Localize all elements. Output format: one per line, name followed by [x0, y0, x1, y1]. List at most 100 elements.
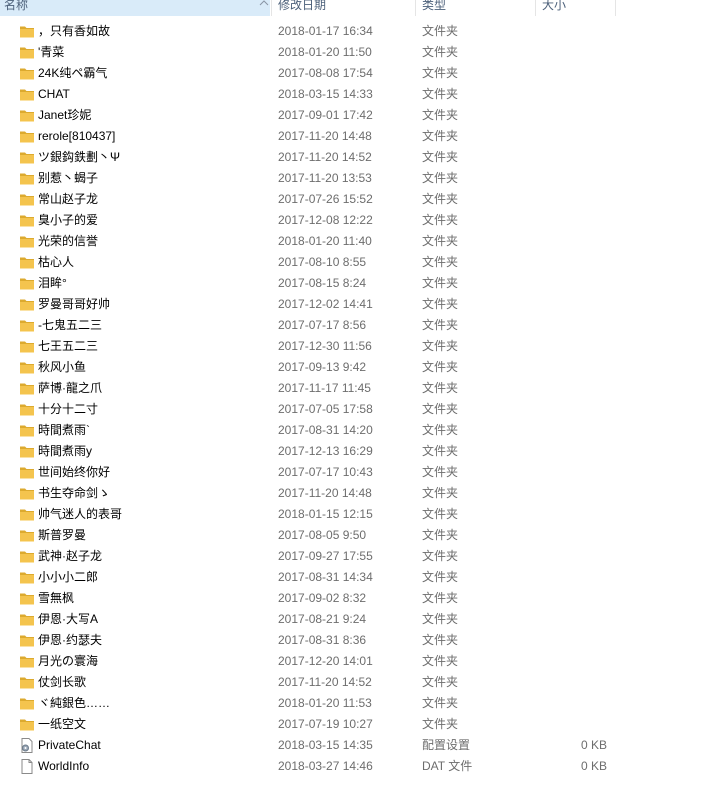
file-row[interactable]: 臭小子的爱 2017-12-08 12:22 文件夹	[0, 210, 725, 231]
file-type: 文件夹	[422, 45, 459, 59]
file-row[interactable]: 世间始终你好 2017-07-17 10:43 文件夹	[0, 462, 725, 483]
file-type: 文件夹	[422, 402, 459, 416]
file-row[interactable]: 萨博·龍之爪 2017-11-17 11:45 文件夹	[0, 378, 725, 399]
folder-icon	[19, 696, 35, 711]
file-row[interactable]: 仗剑长歌 2017-11-20 14:52 文件夹	[0, 672, 725, 693]
file-modified-date: 2017-12-08 12:22	[278, 213, 373, 227]
file-modified-date: 2017-08-31 14:34	[278, 570, 373, 584]
settings-file-icon	[19, 738, 35, 753]
file-row[interactable]: CHAT 2018-03-15 14:33 文件夹	[0, 84, 725, 105]
file-row[interactable]: 罗曼哥哥好帅 2017-12-02 14:41 文件夹	[0, 294, 725, 315]
file-row[interactable]: 常山赵子龙 2017-07-26 15:52 文件夹	[0, 189, 725, 210]
file-name: 斯普罗曼	[38, 528, 87, 542]
file-type: 文件夹	[422, 66, 459, 80]
file-row[interactable]: 月光の寰海 2017-12-20 14:01 文件夹	[0, 651, 725, 672]
folder-icon	[19, 570, 35, 585]
column-header-type[interactable]: 类型	[418, 0, 534, 16]
file-row[interactable]: WorldInfo 2018-03-27 14:46 DAT 文件 0 KB	[0, 756, 725, 777]
file-modified-date: 2017-11-20 14:48	[278, 486, 372, 500]
file-row[interactable]: ヾ純銀色…… 2018-01-20 11:53 文件夹	[0, 693, 725, 714]
file-type: 文件夹	[422, 108, 459, 122]
file-row[interactable]: 七王五二三 2017-12-30 11:56 文件夹	[0, 336, 725, 357]
folder-icon	[19, 276, 35, 291]
file-row[interactable]: 别惹丶蝎子 2017-11-20 13:53 文件夹	[0, 168, 725, 189]
file-modified-date: 2017-07-19 10:27	[278, 717, 373, 731]
sort-ascending-icon	[259, 0, 269, 6]
file-row[interactable]: 雪無枫 2017-09-02 8:32 文件夹	[0, 588, 725, 609]
file-type: 文件夹	[422, 381, 459, 395]
column-divider[interactable]	[271, 0, 272, 16]
folder-icon	[19, 24, 35, 39]
folder-icon	[19, 129, 35, 144]
file-row[interactable]: ツ銀鈎鉄劃丶Ψ 2017-11-20 14:52 文件夹	[0, 147, 725, 168]
file-row[interactable]: ，只有香如故 2018-01-17 16:34 文件夹	[0, 21, 725, 42]
file-type: 文件夹	[422, 276, 459, 290]
file-name: 别惹丶蝎子	[38, 171, 99, 185]
file-name: 常山赵子龙	[38, 192, 99, 206]
file-type: 配置设置	[422, 738, 471, 752]
folder-icon	[19, 297, 35, 312]
file-modified-date: 2017-12-13 16:29	[278, 444, 373, 458]
file-name: WorldInfo	[38, 759, 90, 773]
file-row[interactable]: 武神·赵子龙 2017-09-27 17:55 文件夹	[0, 546, 725, 567]
file-modified-date: 2017-11-17 11:45	[278, 381, 371, 395]
file-row[interactable]: 帅气迷人的表哥 2018-01-15 12:15 文件夹	[0, 504, 725, 525]
column-divider[interactable]	[615, 0, 616, 16]
file-type: 文件夹	[422, 339, 459, 353]
file-row[interactable]: 小小小二郎 2017-08-31 14:34 文件夹	[0, 567, 725, 588]
folder-icon	[19, 549, 35, 564]
file-row[interactable]: 泪眸° 2017-08-15 8:24 文件夹	[0, 273, 725, 294]
file-type: 文件夹	[422, 423, 459, 437]
file-modified-date: 2017-11-20 13:53	[278, 171, 372, 185]
file-name: rerole[810437]	[38, 129, 116, 143]
file-modified-date: 2017-12-02 14:41	[278, 297, 373, 311]
column-divider[interactable]	[415, 0, 416, 16]
file-row[interactable]: 伊恩·大写A 2017-08-21 9:24 文件夹	[0, 609, 725, 630]
file-row[interactable]: 24K纯ペ霸气 2017-08-08 17:54 文件夹	[0, 63, 725, 84]
file-type: 文件夹	[422, 234, 459, 248]
file-modified-date: 2017-07-17 10:43	[278, 465, 373, 479]
file-row[interactable]: 枯心人 2017-08-10 8:55 文件夹	[0, 252, 725, 273]
file-modified-date: 2017-09-02 8:32	[278, 591, 367, 605]
folder-icon	[19, 192, 35, 207]
file-row[interactable]: Janet珍妮 2017-09-01 17:42 文件夹	[0, 105, 725, 126]
column-header-size[interactable]: 大小	[538, 0, 614, 16]
column-header-date[interactable]: 修改日期	[274, 0, 414, 16]
file-row[interactable]: PrivateChat 2018-03-15 14:35 配置设置 0 KB	[0, 735, 725, 756]
file-name: '青菜	[38, 45, 65, 59]
file-modified-date: 2017-12-20 14:01	[278, 654, 373, 668]
file-name: 24K纯ペ霸气	[38, 66, 108, 80]
file-type: 文件夹	[422, 24, 459, 38]
file-name: 伊恩·大写A	[38, 612, 99, 626]
file-row[interactable]: rerole[810437] 2017-11-20 14:48 文件夹	[0, 126, 725, 147]
file-name: 小小小二郎	[38, 570, 99, 584]
file-modified-date: 2017-08-31 14:20	[278, 423, 373, 437]
folder-icon	[19, 213, 35, 228]
file-row[interactable]: 時間煮雨` 2017-08-31 14:20 文件夹	[0, 420, 725, 441]
file-modified-date: 2017-11-20 14:52	[278, 675, 372, 689]
file-row[interactable]: 十分十二寸 2017-07-05 17:58 文件夹	[0, 399, 725, 420]
file-row[interactable]: 伊恩·约瑟夫 2017-08-31 8:36 文件夹	[0, 630, 725, 651]
file-name: 武神·赵子龙	[38, 549, 102, 563]
file-type: 文件夹	[422, 570, 459, 584]
file-row[interactable]: 光荣的信誉 2018-01-20 11:40 文件夹	[0, 231, 725, 252]
column-divider[interactable]	[535, 0, 536, 16]
folder-icon	[19, 507, 35, 522]
file-row[interactable]: -七鬼五二三 2017-07-17 8:56 文件夹	[0, 315, 725, 336]
folder-icon	[19, 87, 35, 102]
file-modified-date: 2017-12-30 11:56	[278, 339, 372, 353]
file-row[interactable]: 书生夺命剑ゝ 2017-11-20 14:48 文件夹	[0, 483, 725, 504]
column-header-name[interactable]: 名称	[0, 0, 270, 16]
file-name: -七鬼五二三	[38, 318, 102, 332]
file-row[interactable]: 秋风小鱼 2017-09-13 9:42 文件夹	[0, 357, 725, 378]
file-modified-date: 2017-11-20 14:48	[278, 129, 372, 143]
file-row[interactable]: 時間煮雨y 2017-12-13 16:29 文件夹	[0, 441, 725, 462]
file-modified-date: 2018-01-20 11:50	[278, 45, 372, 59]
file-modified-date: 2017-09-01 17:42	[278, 108, 373, 122]
file-modified-date: 2017-08-21 9:24	[278, 612, 367, 626]
file-row[interactable]: 斯普罗曼 2017-08-05 9:50 文件夹	[0, 525, 725, 546]
file-row[interactable]: 一纸空文 2017-07-19 10:27 文件夹	[0, 714, 725, 735]
file-name: CHAT	[38, 87, 70, 101]
file-name: Janet珍妮	[38, 108, 92, 122]
file-row[interactable]: '青菜 2018-01-20 11:50 文件夹	[0, 42, 725, 63]
